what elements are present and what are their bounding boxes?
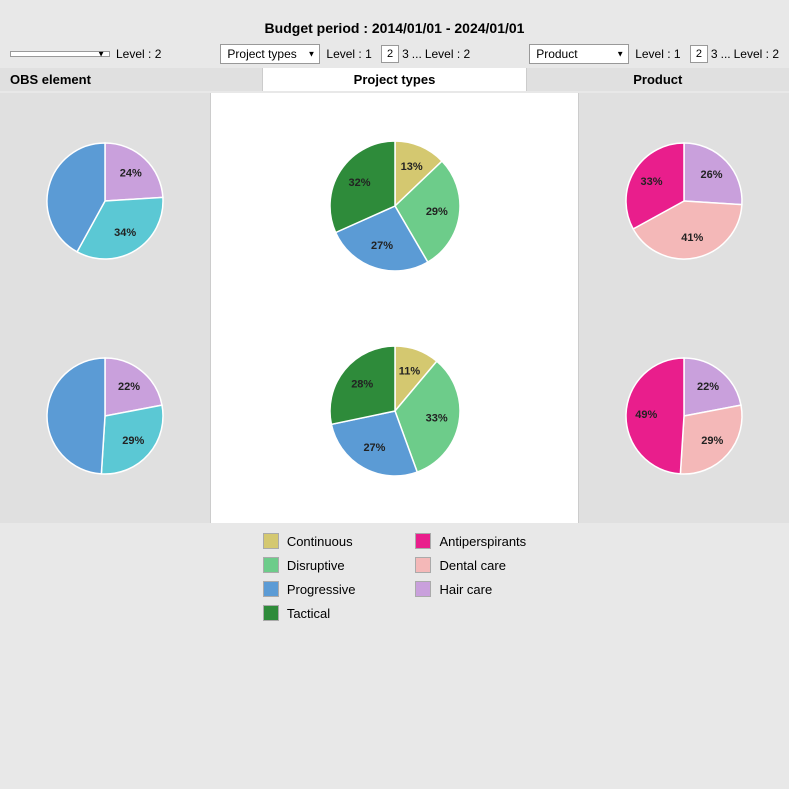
svg-text:27%: 27%: [371, 240, 393, 252]
svg-text:29%: 29%: [122, 434, 144, 446]
legend-label: Progressive: [287, 582, 356, 597]
left-panel: 24% 34% 22% 29%: [0, 93, 210, 523]
right-col-header: Product: [527, 68, 789, 91]
svg-text:49%: 49%: [635, 408, 657, 420]
left-control-group: Level : 2: [10, 47, 161, 61]
right-level-num-3: 3: [711, 47, 718, 61]
legend-swatch: [415, 581, 431, 597]
legend-label: Disruptive: [287, 558, 345, 573]
right-chart-row: 26% 41% 33% 22% 29% 49%: [579, 93, 789, 523]
legend-item: Tactical: [263, 605, 356, 621]
svg-text:24%: 24%: [120, 167, 142, 179]
center-level-label2: Level : 2: [425, 47, 470, 61]
page-header: Budget period : 2014/01/01 - 2024/01/01: [0, 0, 789, 44]
legend-item: Progressive: [263, 581, 356, 597]
left-dropdown[interactable]: [10, 51, 110, 57]
controls-row: Level : 2 Project types Level : 1 2 3 ..…: [0, 44, 789, 64]
svg-text:29%: 29%: [425, 205, 447, 217]
legend-swatch: [415, 557, 431, 573]
center-panel: 13% 29% 27% 32% 11% 33% 27% 28%: [210, 93, 579, 523]
legend-swatch: [263, 557, 279, 573]
center-dropdown-label: Project types: [227, 47, 296, 61]
right-top-chart-container: 26% 41% 33%: [579, 93, 789, 308]
center-top-pie: 13% 29% 27% 32%: [315, 126, 475, 286]
center-top-chart-container: 13% 29% 27% 32%: [211, 103, 578, 308]
svg-text:27%: 27%: [363, 441, 385, 453]
left-col-header: OBS element: [0, 68, 262, 91]
svg-text:11%: 11%: [398, 365, 420, 377]
svg-text:29%: 29%: [701, 434, 723, 446]
svg-text:22%: 22%: [697, 380, 719, 392]
column-headers: OBS element Project types Product: [0, 68, 789, 91]
legend-item: Hair care: [415, 581, 526, 597]
right-level-ellipsis: ...: [721, 47, 731, 61]
left-bottom-chart-container: 22% 29%: [0, 308, 210, 523]
legend-swatch: [415, 533, 431, 549]
svg-text:22%: 22%: [118, 380, 140, 392]
right-dropdown-label: Product: [536, 47, 577, 61]
svg-text:32%: 32%: [348, 177, 370, 189]
svg-text:13%: 13%: [400, 161, 422, 173]
center-level-ellipsis: ...: [412, 47, 422, 61]
legend-swatch: [263, 581, 279, 597]
left-top-chart-container: 24% 34%: [0, 93, 210, 308]
budget-period-title: Budget period : 2014/01/01 - 2024/01/01: [265, 20, 525, 36]
svg-text:33%: 33%: [425, 412, 447, 424]
legend-item: Continuous: [263, 533, 356, 549]
right-panel: 26% 41% 33% 22% 29% 49%: [579, 93, 789, 523]
center-control-group: Project types Level : 1 2 3 ... Level : …: [220, 44, 470, 64]
legend-item: Disruptive: [263, 557, 356, 573]
left-level-label: Level : 2: [116, 47, 161, 61]
center-level-btn-2[interactable]: 2: [381, 45, 399, 63]
center-bottom-chart-container: 11% 33% 27% 28%: [211, 308, 578, 513]
legend-label: Hair care: [439, 582, 492, 597]
right-bottom-pie: 22% 29% 49%: [614, 346, 754, 486]
right-level-controls: Level : 1 2 3 ... Level : 2: [635, 45, 779, 63]
legend-label: Dental care: [439, 558, 505, 573]
right-level-label2: Level : 2: [734, 47, 779, 61]
legend-item: Dental care: [415, 557, 526, 573]
center-bottom-pie: 11% 33% 27% 28%: [315, 331, 475, 491]
center-level-controls: Level : 1 2 3 ... Level : 2: [326, 45, 470, 63]
center-dropdown[interactable]: Project types: [220, 44, 320, 64]
right-level-label1: Level : 1: [635, 47, 680, 61]
left-chart-row: 24% 34% 22% 29%: [0, 93, 210, 523]
legend-label: Tactical: [287, 606, 330, 621]
right-top-pie: 26% 41% 33%: [614, 131, 754, 271]
center-col-header: Project types: [262, 68, 526, 91]
legend-swatch: [263, 605, 279, 621]
center-level-label1: Level : 1: [326, 47, 371, 61]
right-level-btn-2[interactable]: 2: [690, 45, 708, 63]
legend-left-col: Continuous Disruptive Progressive Tactical: [263, 533, 356, 621]
legend-item: Antiperspirants: [415, 533, 526, 549]
svg-text:34%: 34%: [114, 226, 136, 238]
page: Budget period : 2014/01/01 - 2024/01/01 …: [0, 0, 789, 789]
right-dropdown[interactable]: Product: [529, 44, 629, 64]
legend-label: Continuous: [287, 534, 353, 549]
left-top-pie: 24% 34%: [35, 131, 175, 271]
center-level-num-3: 3: [402, 47, 409, 61]
right-bottom-chart-container: 22% 29% 49%: [579, 308, 789, 523]
legend-section: ContinuousDisruptiveProgressiveTactical …: [0, 523, 789, 631]
svg-text:41%: 41%: [681, 231, 703, 243]
left-bottom-pie: 22% 29%: [35, 346, 175, 486]
left-level-controls: Level : 2: [116, 47, 161, 61]
main-content: 24%34% 22%29% 13%29%27%32% 11%33%27%28% …: [0, 93, 789, 523]
right-control-group: Product Level : 1 2 3 ... Level : 2: [529, 44, 779, 64]
svg-text:28%: 28%: [351, 378, 373, 390]
legend-swatch: [263, 533, 279, 549]
svg-text:33%: 33%: [641, 175, 663, 187]
legend-label: Antiperspirants: [439, 534, 526, 549]
legend-right-col: Antiperspirants Dental care Hair care: [415, 533, 526, 621]
svg-text:26%: 26%: [700, 169, 722, 181]
